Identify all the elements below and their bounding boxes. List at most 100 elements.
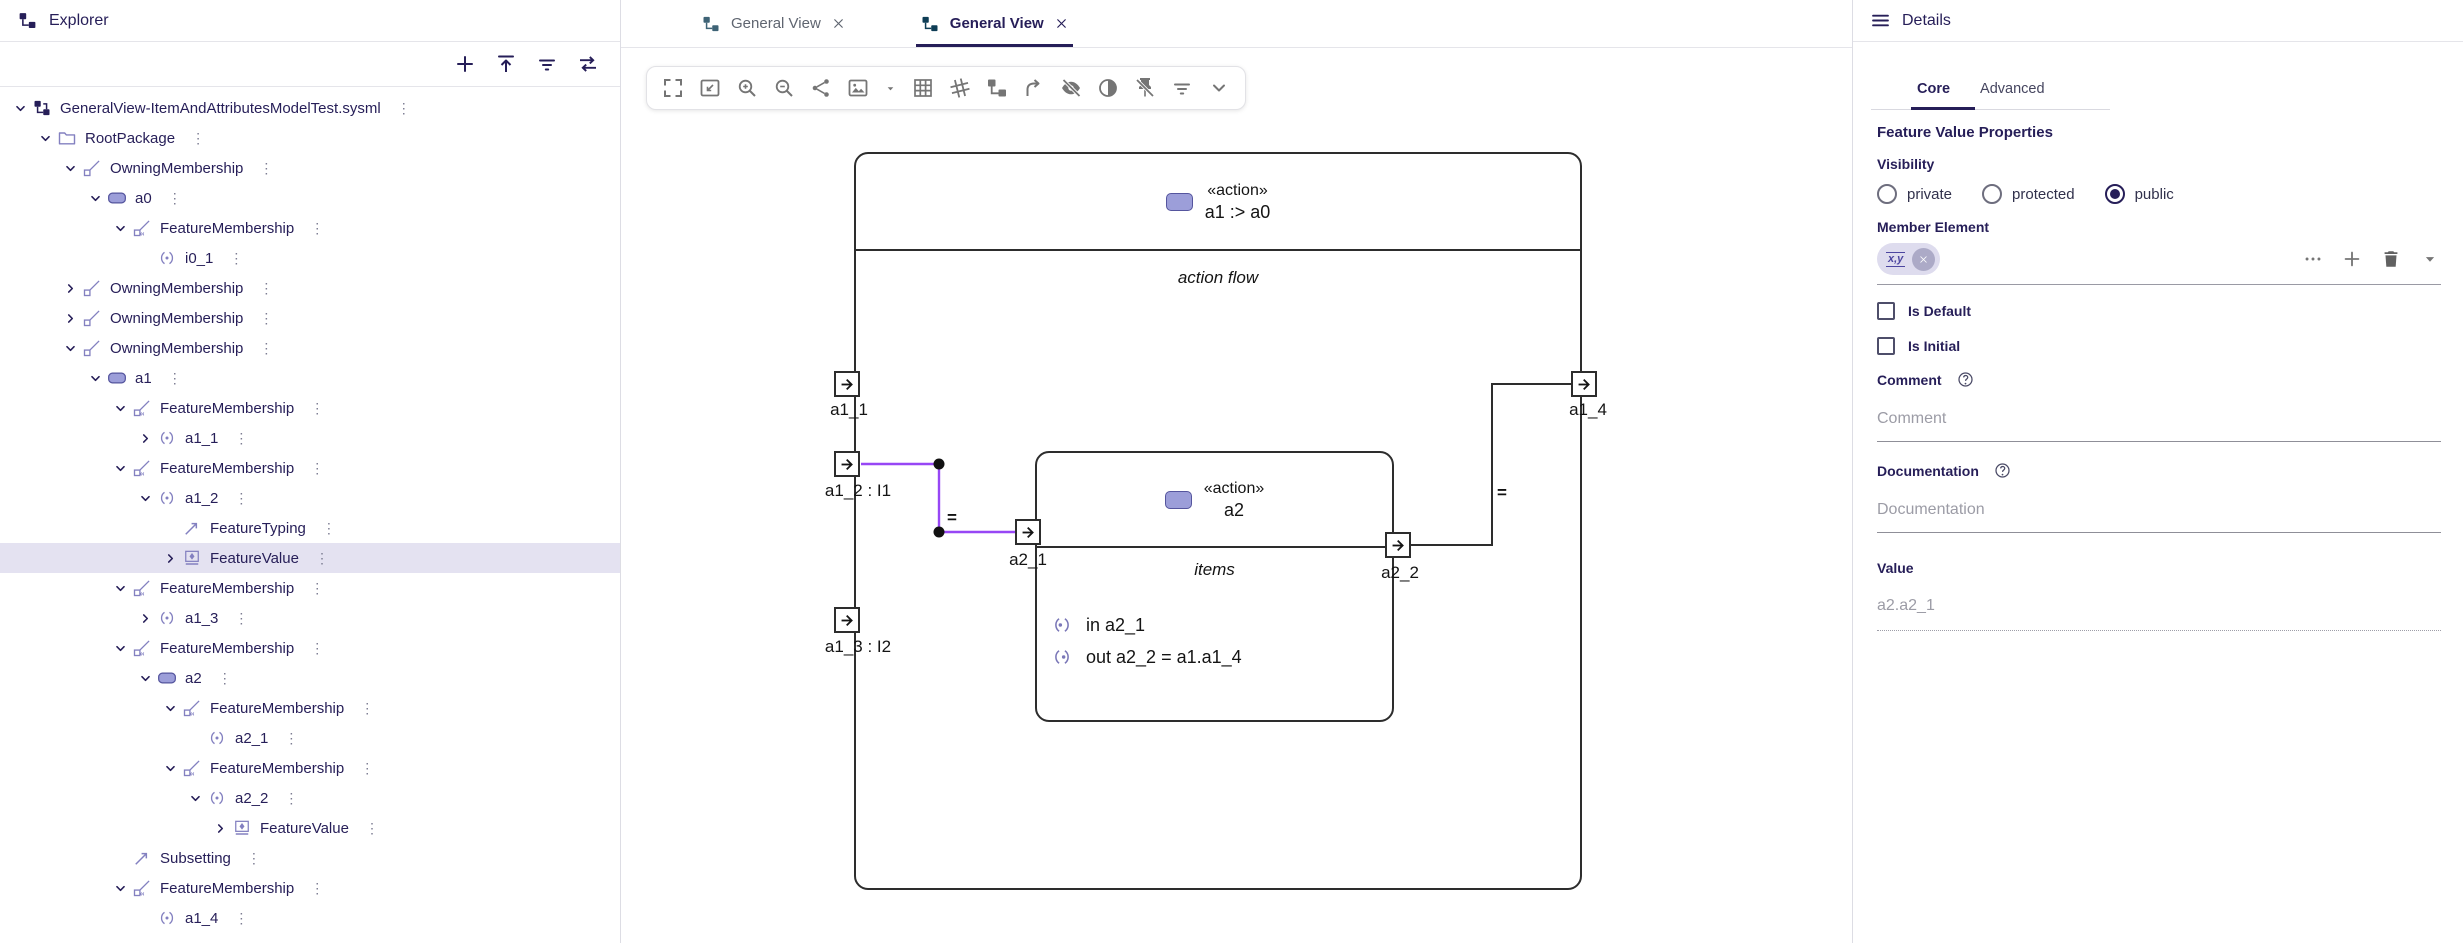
tree-row-menu-icon[interactable]: ⋮ <box>259 310 272 327</box>
tree-row-menu-icon[interactable]: ⋮ <box>247 850 260 867</box>
tree-row-menu-icon[interactable]: ⋮ <box>234 490 247 507</box>
tree-row-a1-3[interactable]: a1_3⋮ <box>0 603 620 633</box>
tree-row-menu-icon[interactable]: ⋮ <box>310 400 323 417</box>
tree-row-rootpackage[interactable]: RootPackage⋮ <box>0 123 620 153</box>
tree-row-owningmembership[interactable]: OwningMembership⋮ <box>0 153 620 183</box>
tree-row-menu-icon[interactable]: ⋮ <box>234 910 247 927</box>
chevron-down-icon[interactable] <box>33 130 57 147</box>
chevron-right-icon[interactable] <box>58 310 82 327</box>
fit-to-screen-button[interactable] <box>698 76 722 100</box>
radio-icon[interactable] <box>1982 184 2002 204</box>
hide-elements-button[interactable] <box>1059 76 1083 100</box>
tree-row-menu-icon[interactable]: ⋮ <box>310 220 323 237</box>
tree-row-menu-icon[interactable]: ⋮ <box>315 550 328 567</box>
tree-row-featuretyping[interactable]: FeatureTyping⋮ <box>0 513 620 543</box>
chevron-down-icon[interactable] <box>108 220 132 237</box>
tree-row-featurevalue[interactable]: FeatureValue⋮ <box>0 813 620 843</box>
port-a1_4[interactable] <box>1571 371 1597 397</box>
tree-row-menu-icon[interactable]: ⋮ <box>259 280 272 297</box>
edge-bendpoint-dot[interactable] <box>934 459 945 470</box>
chevron-right-icon[interactable] <box>158 550 182 567</box>
chevron-down-icon[interactable] <box>58 340 82 357</box>
tree-row-generalview-itemandattributesmodeltest-sysml[interactable]: GeneralView-ItemAndAttributesModelTest.s… <box>0 93 620 123</box>
chevron-down-icon[interactable] <box>158 760 182 777</box>
edge-bendpoint-dot[interactable] <box>934 527 945 538</box>
filter-tree-button[interactable] <box>535 52 559 76</box>
tree-row-menu-icon[interactable]: ⋮ <box>284 790 297 807</box>
checkbox-unchecked-icon[interactable] <box>1877 302 1895 320</box>
tree-row-menu-icon[interactable]: ⋮ <box>234 610 247 627</box>
port-a1_1[interactable] <box>834 371 860 397</box>
toggle-snapping-button[interactable] <box>948 76 972 100</box>
tree-row-a0[interactable]: a0⋮ <box>0 183 620 213</box>
chevron-down-icon[interactable] <box>183 790 207 807</box>
chevron-down-icon[interactable] <box>58 160 82 177</box>
chevron-right-icon[interactable] <box>133 610 157 627</box>
tree-row-menu-icon[interactable]: ⋮ <box>191 130 204 147</box>
chevron-down-icon[interactable] <box>108 880 132 897</box>
tree-row-i0-1[interactable]: i0_1⋮ <box>0 243 620 273</box>
tree-row-featuremembership[interactable]: FeatureMembership⋮ <box>0 873 620 903</box>
unpin-elements-button[interactable] <box>1133 76 1157 100</box>
tree-row-menu-icon[interactable]: ⋮ <box>397 100 410 117</box>
details-tab-advanced[interactable]: Advanced <box>1980 81 2045 97</box>
tree-row-featuremembership[interactable]: FeatureMembership⋮ <box>0 393 620 423</box>
comment-input[interactable]: Comment <box>1877 410 2441 428</box>
close-icon[interactable] <box>1054 16 1069 31</box>
chevron-down-icon[interactable] <box>108 400 132 417</box>
toggle-grid-button[interactable] <box>911 76 935 100</box>
diagram-node-a2[interactable]: «action» a2 items in a2_1out a2_2 = a1.a… <box>1035 451 1394 722</box>
tree-row-menu-icon[interactable]: ⋮ <box>310 460 323 477</box>
tree-row-a1-4[interactable]: a1_4⋮ <box>0 903 620 933</box>
chevron-right-icon[interactable] <box>58 280 82 297</box>
clear-reference-button[interactable] <box>2380 248 2402 270</box>
tree-row-menu-icon[interactable]: ⋮ <box>310 640 323 657</box>
chevron-down-icon[interactable] <box>133 670 157 687</box>
tree-row-menu-icon[interactable]: ⋮ <box>259 340 272 357</box>
new-object-button[interactable] <box>453 52 477 76</box>
share-diagram-button[interactable] <box>809 76 833 100</box>
chevron-down-icon[interactable] <box>158 700 182 717</box>
item-out[interactable]: out a2_2 = a1.a1_4 <box>1051 641 1242 673</box>
chevron-down-icon[interactable] <box>8 100 32 117</box>
visibility-option-private[interactable]: private <box>1877 184 1952 204</box>
export-image-caret-icon[interactable] <box>883 76 898 100</box>
filter-elements-button[interactable] <box>1170 76 1194 100</box>
tree-row-menu-icon[interactable]: ⋮ <box>229 250 242 267</box>
tree-row-menu-icon[interactable]: ⋮ <box>360 700 373 717</box>
tree-row-featurevalue[interactable]: FeatureValue⋮ <box>0 543 620 573</box>
tree-row-featuremembership[interactable]: FeatureMembership⋮ <box>0 573 620 603</box>
tree-row-menu-icon[interactable]: ⋮ <box>310 580 323 597</box>
tree-row-owningmembership[interactable]: OwningMembership⋮ <box>0 273 620 303</box>
checkbox-unchecked-icon[interactable] <box>1877 337 1895 355</box>
diagram-canvas[interactable]: «action» a1 :> a0 action flow «action» a… <box>621 0 1852 943</box>
port-a1_3[interactable] <box>834 607 860 633</box>
tree-row-menu-icon[interactable]: ⋮ <box>284 730 297 747</box>
tree-row-featuremembership[interactable]: FeatureMembership⋮ <box>0 753 620 783</box>
tree-row-a1-2[interactable]: a1_2⋮ <box>0 483 620 513</box>
help-icon[interactable] <box>1993 461 2012 480</box>
tree-row-owningmembership[interactable]: OwningMembership⋮ <box>0 303 620 333</box>
tree-row-a2-1[interactable]: a2_1⋮ <box>0 723 620 753</box>
visibility-option-public[interactable]: public <box>2105 184 2174 204</box>
tree-row-menu-icon[interactable]: ⋮ <box>168 190 181 207</box>
chevron-down-icon[interactable] <box>133 490 157 507</box>
member-element-chip[interactable]: x,y <box>1877 243 1940 275</box>
radio-selected-icon[interactable] <box>2105 184 2125 204</box>
upload-model-button[interactable] <box>494 52 518 76</box>
tree-row-menu-icon[interactable]: ⋮ <box>365 820 378 837</box>
tree-row-a2-2[interactable]: a2_2⋮ <box>0 783 620 813</box>
expand-reference-button[interactable] <box>2419 248 2441 270</box>
chevron-down-icon[interactable] <box>108 460 132 477</box>
chevron-down-icon[interactable] <box>108 580 132 597</box>
editor-tab-1[interactable]: General View <box>683 0 864 47</box>
tree-row-a1[interactable]: a1⋮ <box>0 363 620 393</box>
tree-row-menu-icon[interactable]: ⋮ <box>259 160 272 177</box>
help-icon[interactable] <box>1956 370 1975 389</box>
more-options-button[interactable] <box>2302 248 2324 270</box>
tree-row-a1-1[interactable]: a1_1⋮ <box>0 423 620 453</box>
close-icon[interactable] <box>831 16 846 31</box>
arrange-all-button[interactable] <box>985 76 1009 100</box>
tree-row-featuremembership[interactable]: FeatureMembership⋮ <box>0 693 620 723</box>
export-image-button[interactable] <box>846 76 870 100</box>
